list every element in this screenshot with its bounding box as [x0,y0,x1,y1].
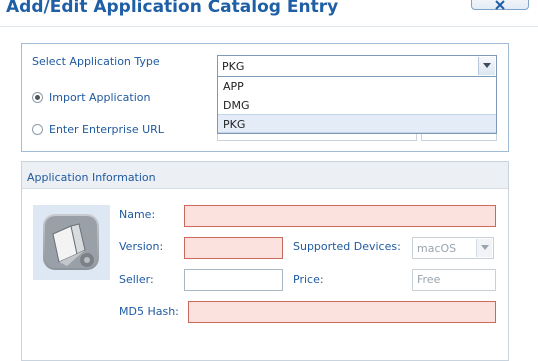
dropdown-arrow[interactable] [478,57,495,75]
devices-dropdown-arrow[interactable] [476,239,492,257]
application-type-dropdown: APP DMG PKG [217,76,497,134]
installer-package-icon [45,216,97,268]
dialog-title: Add/Edit Application Catalog Entry [6,0,339,17]
option-pkg[interactable]: PKG [218,114,496,133]
price-label: Price: [293,273,324,286]
import-application-radio[interactable] [32,92,43,103]
application-type-select[interactable]: PKG [217,55,497,77]
md5-hash-label: MD5 Hash: [119,305,179,318]
supported-devices-select[interactable]: macOS [412,237,494,259]
supported-devices-label: Supported Devices: [293,240,401,253]
seller-field[interactable] [184,269,283,291]
application-type-label: Select Application Type [32,55,160,68]
option-app[interactable]: APP [218,77,496,96]
name-label: Name: [119,208,156,221]
name-field[interactable] [184,205,496,227]
application-type-value: PKG [222,60,245,73]
enterprise-url-radio[interactable] [32,124,43,135]
price-field[interactable]: Free [412,269,496,291]
import-application-label[interactable]: Import Application [49,91,150,104]
app-icon-tile [43,214,99,270]
application-icon[interactable] [33,205,110,280]
enterprise-url-label[interactable]: Enter Enterprise URL [49,123,164,136]
title-divider [0,26,538,27]
version-label: Version: [119,240,164,253]
md5-hash-field[interactable] [188,301,496,323]
close-icon [495,0,505,10]
close-button[interactable] [471,0,529,10]
option-dmg[interactable]: DMG [218,96,496,115]
seller-label: Seller: [119,273,154,286]
chevron-down-icon [481,245,489,250]
application-info-title: Application Information [27,171,156,184]
version-field[interactable] [184,237,283,259]
chevron-down-icon [483,63,491,68]
supported-devices-value: macOS [417,242,457,255]
